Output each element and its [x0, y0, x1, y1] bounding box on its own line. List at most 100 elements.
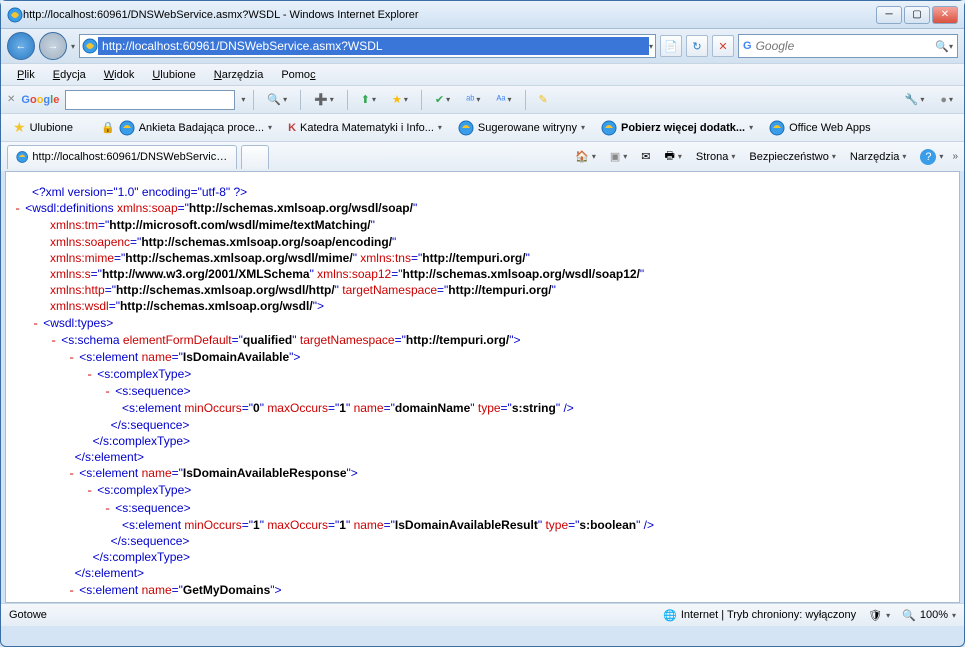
google-check-button[interactable]: ✔▾ — [430, 89, 455, 111]
collapse-toggle[interactable]: - — [14, 202, 21, 216]
ns-s: http://www.w3.org/2001/XMLSchema — [102, 267, 310, 281]
collapse-toggle[interactable]: - — [86, 368, 93, 382]
menu-tools[interactable]: Narzędzia — [206, 67, 272, 83]
tab-active[interactable]: http://localhost:60961/DNSWebService.asm… — [7, 145, 237, 169]
k-icon: K — [288, 122, 296, 134]
protected-mode[interactable]: 🛡▾ — [868, 609, 890, 622]
help-button[interactable]: ?▾ — [915, 146, 948, 168]
page-icon — [82, 38, 98, 54]
schema-tns: http://tempuri.org/ — [406, 333, 509, 347]
elem3: GetMyDomains — [183, 583, 270, 597]
collapse-toggle[interactable]: - — [104, 502, 111, 516]
mail-icon: ✉ — [641, 150, 650, 163]
collapse-toggle[interactable]: - — [68, 584, 75, 598]
zoom-control[interactable]: 🔍 100% ▾ — [902, 609, 956, 622]
new-tab-button[interactable] — [241, 145, 269, 169]
collapse-toggle[interactable]: - — [86, 484, 93, 498]
window-title: http://localhost:60961/DNSWebService.asm… — [23, 9, 876, 21]
fav-link-0[interactable]: 🔒 Ankieta Badająca proce... ▾ — [95, 118, 278, 138]
max1b: 1 — [339, 518, 346, 532]
stop-button[interactable]: ✕ — [712, 35, 734, 57]
collapse-toggle[interactable]: - — [32, 317, 39, 331]
elem2: IsDomainAvailableResponse — [183, 466, 347, 480]
ns-mime: http://schemas.xmlsoap.org/wsdl/mime/ — [125, 251, 352, 265]
close-toolbar-button[interactable]: ✕ — [7, 94, 15, 105]
collapse-toggle[interactable]: - — [68, 351, 75, 365]
refresh-button[interactable]: ↻ — [686, 35, 708, 57]
collapse-toggle[interactable]: - — [68, 467, 75, 481]
tools-menu[interactable]: Narzędzia▾ — [845, 146, 912, 168]
menu-edit[interactable]: Edycja — [45, 67, 94, 83]
ns-soap: http://schemas.xmlsoap.org/wsdl/soap/ — [189, 201, 413, 215]
search-dropdown[interactable]: ▾ — [949, 42, 953, 51]
feeds-button[interactable]: ▣▾ — [605, 146, 632, 168]
ns-soap12: http://schemas.xmlsoap.org/wsdl/soap12/ — [403, 267, 640, 281]
ns-http: http://schemas.xmlsoap.org/wsdl/http/ — [116, 283, 335, 297]
fav-link-label: Pobierz więcej dodatk... — [621, 122, 745, 134]
print-button[interactable]: 🖶▾ — [660, 146, 687, 168]
min1: 1 — [253, 518, 260, 532]
google-bookmark-button[interactable]: ★▾ — [387, 89, 413, 111]
google-toolbar: ✕ Google ▾ 🔍▾ ➕▾ ⬆▾ ★▾ ✔▾ ᵃᵇ▾ ᴬᵃ▾ ✎ 🔧▾ ●… — [1, 85, 964, 113]
google-search-dropdown[interactable]: ▾ — [241, 95, 245, 104]
history-dropdown[interactable]: ▾ — [71, 42, 75, 51]
google-autofill-button[interactable]: ✎ — [534, 89, 553, 111]
menu-favorites[interactable]: Ulubione — [144, 67, 203, 83]
star-icon: ★ — [13, 119, 26, 136]
ie-icon — [119, 120, 135, 136]
menu-help[interactable]: Pomoc — [273, 67, 323, 83]
google-search-input[interactable] — [65, 90, 235, 110]
google-signin-button[interactable]: ●▾ — [935, 89, 958, 111]
home-button[interactable]: 🏠▾ — [570, 146, 601, 168]
menu-file[interactable]: Plik — [9, 67, 43, 83]
fav-link-4[interactable]: Office Web Apps — [763, 118, 877, 138]
fav-link-2[interactable]: Sugerowane witryny ▾ — [452, 118, 591, 138]
security-zone[interactable]: 🌐 Internet | Tryb chroniony: wyłączony — [663, 609, 856, 622]
favorites-button[interactable]: ★ Ulubione — [7, 117, 79, 138]
xml-declaration: <?xml version="1.0" encoding="utf-8" ?> — [32, 185, 247, 199]
fav-link-1[interactable]: K Katedra Matematyki i Info... ▾ — [282, 120, 448, 136]
google-spellcheck-button[interactable]: ᵃᵇ▾ — [461, 89, 485, 111]
menu-view[interactable]: Widok — [96, 67, 143, 83]
url-input[interactable] — [98, 37, 649, 55]
result: IsDomainAvailableResult — [395, 518, 538, 532]
globe-icon: 🌐 — [663, 609, 677, 622]
statusbar: Gotowe 🌐 Internet | Tryb chroniony: wyłą… — [1, 603, 964, 626]
back-button[interactable]: ← — [7, 32, 35, 60]
address-dropdown[interactable]: ▾ — [649, 42, 653, 51]
search-icon[interactable]: 🔍 — [935, 40, 949, 53]
google-plus-button[interactable]: ➕▾ — [309, 89, 339, 111]
ns-soapenc: http://schemas.xmlsoap.org/soap/encoding… — [141, 235, 392, 249]
page-menu[interactable]: Strona▾ — [691, 146, 740, 168]
navbar: ← → ▾ ▾ 📄 ↻ ✕ G 🔍 ▾ — [1, 29, 964, 63]
close-button[interactable]: ✕ — [932, 6, 958, 24]
search-input[interactable] — [756, 39, 936, 53]
fav-link-label: Ankieta Badająca proce... — [139, 122, 264, 134]
page-content[interactable]: <?xml version="1.0" encoding="utf-8" ?> … — [5, 171, 960, 603]
forward-button[interactable]: → — [39, 32, 67, 60]
address-bar[interactable]: ▾ — [79, 34, 656, 58]
mail-button[interactable]: ✉ — [636, 146, 655, 168]
window-controls: ─ ▢ ✕ — [876, 6, 958, 24]
minimize-button[interactable]: ─ — [876, 6, 902, 24]
status-ready: Gotowe — [9, 609, 47, 621]
google-share-button[interactable]: ⬆▾ — [356, 89, 381, 111]
maximize-button[interactable]: ▢ — [904, 6, 930, 24]
collapse-toggle[interactable]: - — [104, 385, 111, 399]
ns-tns: http://tempuri.org/ — [422, 251, 525, 265]
compat-button[interactable]: 📄 — [660, 35, 682, 57]
google-settings-button[interactable]: 🔧▾ — [900, 89, 930, 111]
target-ns: http://tempuri.org/ — [448, 283, 551, 297]
ns-wsdl: http://schemas.xmlsoap.org/wsdl/ — [120, 299, 313, 313]
min0: 0 — [253, 401, 260, 415]
max1: 1 — [339, 401, 346, 415]
fav-link-3[interactable]: Pobierz więcej dodatk... ▾ — [595, 118, 759, 138]
fav-link-label: Sugerowane witryny — [478, 122, 577, 134]
safety-menu[interactable]: Bezpieczeństwo▾ — [744, 146, 841, 168]
cmd-overflow[interactable]: » — [952, 151, 958, 162]
google-search-button[interactable]: 🔍▾ — [262, 89, 292, 111]
search-box[interactable]: G 🔍 ▾ — [738, 34, 958, 58]
google-translate-button[interactable]: ᴬᵃ▾ — [491, 89, 516, 111]
collapse-toggle[interactable]: - — [50, 334, 57, 348]
efd: qualified — [243, 333, 292, 347]
